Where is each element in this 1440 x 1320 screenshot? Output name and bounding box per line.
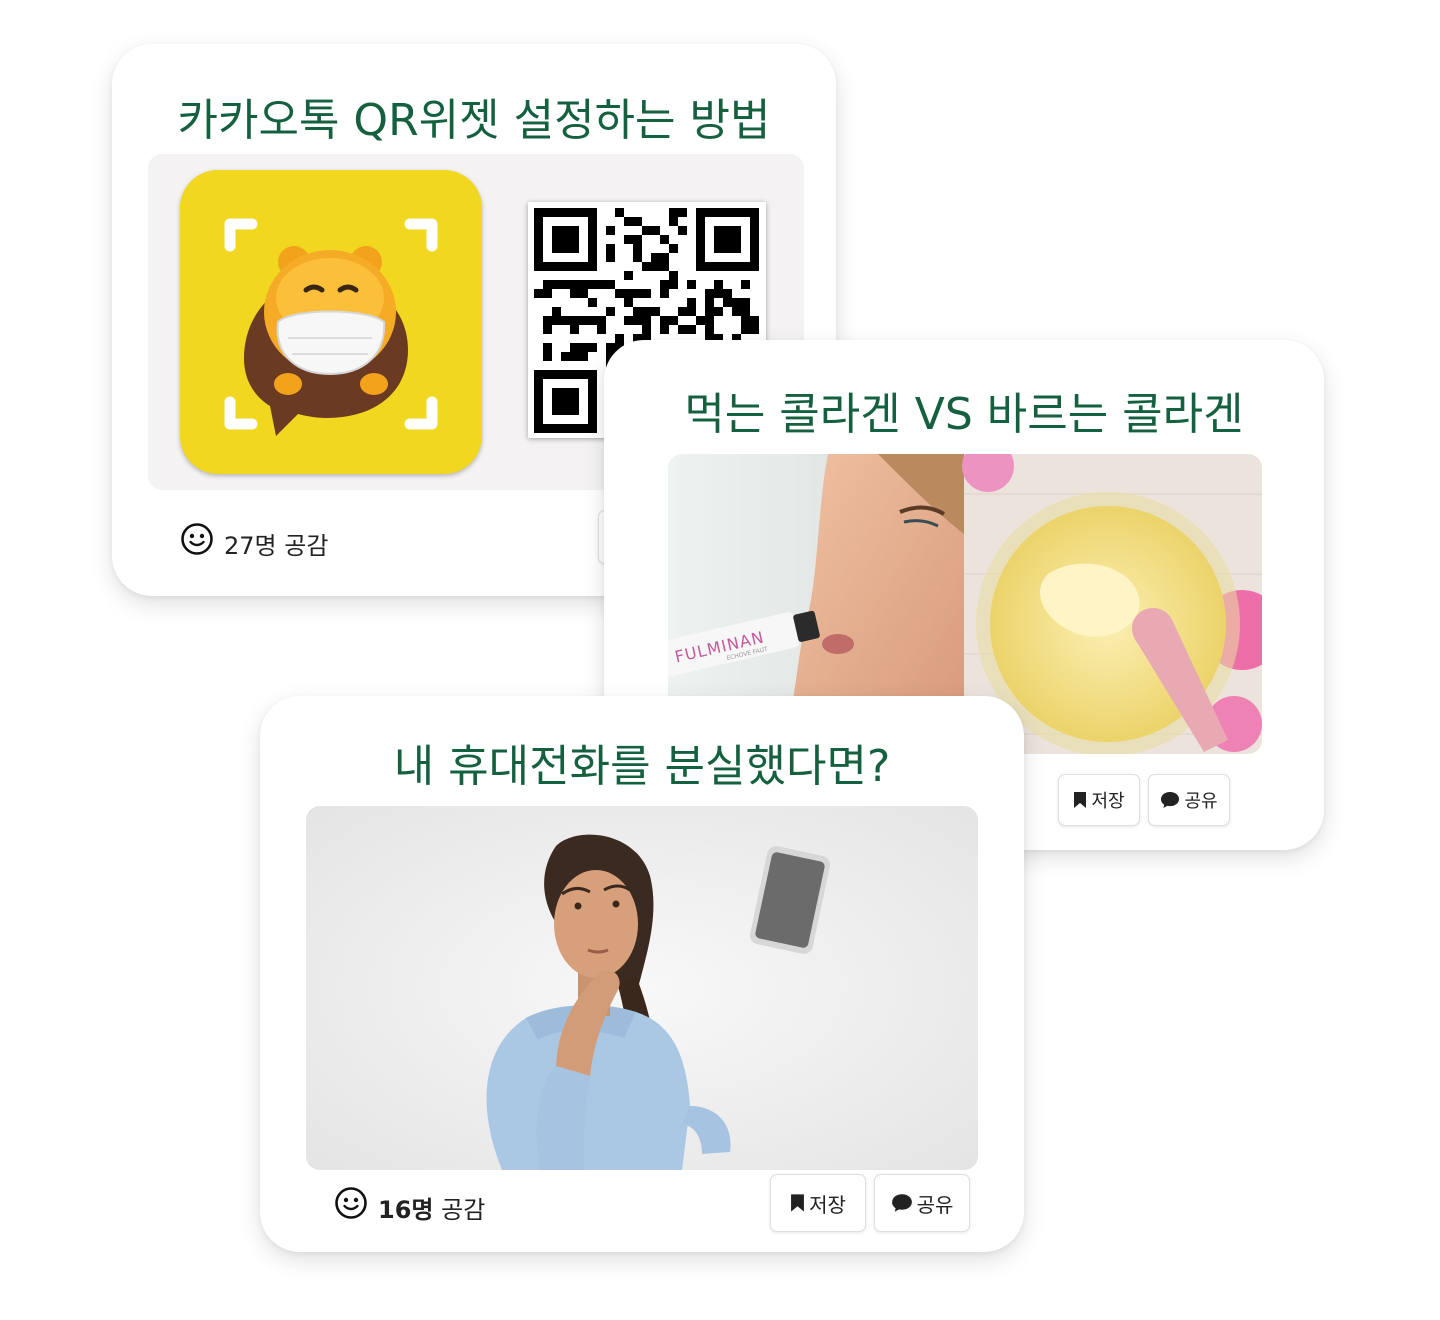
- bookmark-icon: [791, 1194, 805, 1212]
- save-label: 저장: [1091, 791, 1125, 812]
- save-button[interactable]: 저장: [770, 1174, 866, 1232]
- speech-bubble-icon: [1161, 792, 1180, 808]
- like-word: 공감: [284, 532, 329, 560]
- card-title[interactable]: 내 휴대전화를 분실했다면?: [260, 730, 1024, 794]
- share-label: 공유: [916, 1192, 954, 1217]
- smiley-icon[interactable]: [334, 1186, 368, 1220]
- save-button[interactable]: 저장: [1058, 774, 1140, 826]
- post-card-lost-phone[interactable]: 내 휴대전화를 분실했다면? 16명 공감 저장 공유: [260, 696, 1024, 1252]
- bookmark-icon: [1074, 792, 1087, 808]
- like-word: 공감: [441, 1196, 486, 1224]
- smiley-icon[interactable]: [180, 522, 214, 556]
- share-label: 공유: [1184, 791, 1218, 812]
- like-count-label: 27명 공감: [224, 526, 328, 561]
- like-count: 27명: [224, 532, 277, 560]
- save-label: 저장: [809, 1192, 846, 1217]
- like-count: 16명: [378, 1196, 434, 1224]
- card-title[interactable]: 카카오톡 QR위젯 설정하는 방법: [112, 84, 836, 148]
- thinking-woman-photo[interactable]: [306, 806, 978, 1170]
- like-count-label: 16명 공감: [378, 1190, 485, 1225]
- card-title[interactable]: 먹는 콜라겐 VS 바르는 콜라겐: [604, 378, 1324, 442]
- speech-bubble-icon: [891, 1194, 912, 1212]
- share-button[interactable]: 공유: [874, 1174, 970, 1232]
- share-button[interactable]: 공유: [1148, 774, 1230, 826]
- kakao-qr-app-icon: [180, 170, 482, 474]
